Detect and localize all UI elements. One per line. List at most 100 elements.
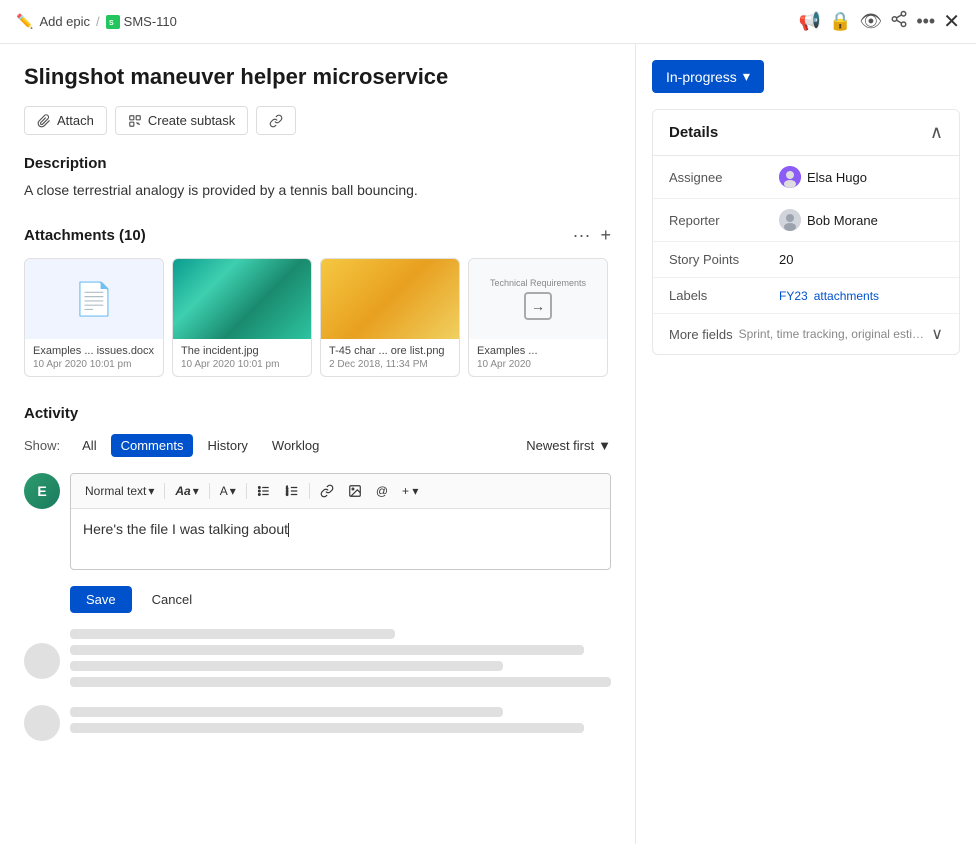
- bullet-list-button[interactable]: [251, 480, 277, 502]
- svg-text:S: S: [109, 20, 114, 27]
- text-cursor: [288, 523, 289, 537]
- link-icon: [320, 484, 334, 498]
- labels-label: Labels: [669, 288, 779, 303]
- editor-content[interactable]: Here's the file I was talking about: [71, 509, 610, 569]
- editor-actions: Save Cancel: [70, 586, 611, 613]
- font-button[interactable]: Aa ▾: [169, 480, 204, 502]
- activity-section: Activity Show: All Comments History Work…: [24, 405, 611, 741]
- filter-history[interactable]: History: [197, 434, 257, 457]
- editor-toolbar: Normal text ▾ Aa ▾ A ▾: [71, 474, 610, 509]
- attachment-card-ocean[interactable]: The incident.jpg 10 Apr 2020 10:01 pm: [172, 258, 312, 377]
- details-title: Details: [669, 124, 930, 141]
- loading-rows: [24, 629, 611, 741]
- lock-icon[interactable]: 🔒: [829, 11, 851, 32]
- loading-avatar-2: [24, 705, 60, 741]
- chevron-down-icon: ▾: [148, 484, 154, 498]
- comment-text: Here's the file I was talking about: [83, 521, 288, 537]
- attachment-card-yellow[interactable]: T-45 char ... ore list.png 2 Dec 2018, 1…: [320, 258, 460, 377]
- show-label: Show:: [24, 438, 60, 453]
- assignee-name: Elsa Hugo: [807, 170, 867, 185]
- attachment-name-yellow: T-45 char ... ore list.png: [329, 345, 451, 357]
- toolbar-separator-3: [246, 483, 247, 499]
- attachment-date-ocean: 10 Apr 2020 10:01 pm: [181, 359, 303, 370]
- status-button[interactable]: In-progress ▾: [652, 60, 764, 93]
- bullet-list-icon: [257, 484, 271, 498]
- loading-line: [70, 661, 503, 671]
- story-points-value: 20: [779, 252, 793, 267]
- attachment-date: 10 Apr 2020 10:01 pm: [33, 359, 155, 370]
- main-layout: Slingshot maneuver helper microservice A…: [0, 44, 976, 844]
- assignee-avatar: [779, 166, 801, 188]
- attach-button[interactable]: Attach: [24, 106, 107, 135]
- status-chevron-icon: ▾: [743, 68, 750, 85]
- details-section: Details ∧ Assignee Elsa Hugo Reporter: [652, 109, 960, 355]
- more-fields-row[interactable]: More fields Sprint, time tracking, origi…: [653, 314, 959, 354]
- yellow-image: [321, 259, 459, 339]
- labels-value: FY23 attachments: [779, 289, 879, 303]
- attachment-thumb-doc-arrow: Technical Requirements →: [469, 259, 607, 339]
- megaphone-icon[interactable]: 📢: [799, 11, 821, 32]
- reporter-label: Reporter: [669, 213, 779, 228]
- svg-text:3: 3: [286, 493, 288, 497]
- story-points-row: Story Points 20: [653, 242, 959, 278]
- add-epic-link[interactable]: Add epic: [39, 14, 90, 29]
- attachments-more-button[interactable]: ···: [573, 225, 591, 246]
- attachment-info-yellow: T-45 char ... ore list.png 2 Dec 2018, 1…: [321, 339, 459, 376]
- ticket-id[interactable]: S SMS-110: [106, 14, 177, 29]
- link-button[interactable]: [256, 106, 296, 135]
- attachment-name-doc-arrow: Examples ...: [477, 345, 599, 357]
- attachments-add-button[interactable]: +: [600, 225, 611, 246]
- doc-arrow-image: Technical Requirements →: [469, 259, 607, 339]
- newest-first-button[interactable]: Newest first ▼: [526, 438, 611, 453]
- text-style-button[interactable]: Normal text ▾: [79, 480, 160, 502]
- more-icon[interactable]: •••: [916, 11, 935, 32]
- ocean-image: [173, 259, 311, 339]
- attachment-info: Examples ... issues.docx 10 Apr 2020 10:…: [25, 339, 163, 376]
- numbered-list-button[interactable]: 123: [279, 480, 305, 502]
- attachment-thumb-yellow: [321, 259, 459, 339]
- text-color-button[interactable]: A ▾: [214, 480, 242, 502]
- label-attachments[interactable]: attachments: [814, 289, 879, 303]
- activity-title: Activity: [24, 405, 611, 422]
- eye-icon[interactable]: 👁: [859, 11, 882, 32]
- loading-line: [70, 707, 503, 717]
- attach-label: Attach: [57, 113, 94, 128]
- reporter-name: Bob Morane: [807, 213, 878, 228]
- sort-down-icon: ▼: [598, 438, 611, 453]
- more-toolbar-button[interactable]: + ▾: [396, 480, 424, 502]
- description-section: Description A close terrestrial analogy …: [24, 155, 611, 201]
- attachment-card-doc-arrow[interactable]: Technical Requirements → Examples ... 10…: [468, 258, 608, 377]
- loading-avatar-1: [24, 643, 60, 679]
- cancel-button[interactable]: Cancel: [140, 586, 204, 613]
- label-fy23[interactable]: FY23: [779, 289, 808, 303]
- reporter-row: Reporter Bob Morane: [653, 199, 959, 242]
- text-style-label: Normal text: [85, 484, 146, 498]
- attachment-card[interactable]: 📄 Examples ... issues.docx 10 Apr 2020 1…: [24, 258, 164, 377]
- link-insert-button[interactable]: [314, 480, 340, 502]
- attachments-grid: 📄 Examples ... issues.docx 10 Apr 2020 1…: [24, 258, 611, 377]
- toolbar-separator-2: [209, 483, 210, 499]
- comment-editor-row: E Normal text ▾ Aa ▾: [24, 473, 611, 570]
- filter-comments[interactable]: Comments: [111, 434, 194, 457]
- close-icon[interactable]: ✕: [943, 9, 960, 34]
- create-subtask-button[interactable]: Create subtask: [115, 106, 248, 135]
- details-collapse-button[interactable]: ∧: [930, 122, 943, 143]
- text-color-chevron-icon: ▾: [230, 484, 236, 498]
- mention-button[interactable]: @: [370, 480, 394, 502]
- attachment-date-yellow: 2 Dec 2018, 11:34 PM: [329, 359, 451, 370]
- save-button[interactable]: Save: [70, 586, 132, 613]
- attachments-section: Attachments (10) ··· + 📄 Examples ... is…: [24, 225, 611, 377]
- pencil-icon: ✏️: [16, 13, 33, 30]
- loading-line: [70, 723, 584, 733]
- share-icon[interactable]: [890, 10, 908, 33]
- filter-worklog[interactable]: Worklog: [262, 434, 329, 457]
- image-insert-button[interactable]: [342, 480, 368, 502]
- loading-row-1: [24, 629, 611, 693]
- loading-lines-1: [70, 629, 611, 693]
- attachment-name-ocean: The incident.jpg: [181, 345, 303, 357]
- page-title: Slingshot maneuver helper microservice: [24, 64, 611, 90]
- story-points-label: Story Points: [669, 252, 779, 267]
- left-panel: Slingshot maneuver helper microservice A…: [0, 44, 636, 844]
- newest-label: Newest first: [526, 438, 594, 453]
- filter-all[interactable]: All: [72, 434, 106, 457]
